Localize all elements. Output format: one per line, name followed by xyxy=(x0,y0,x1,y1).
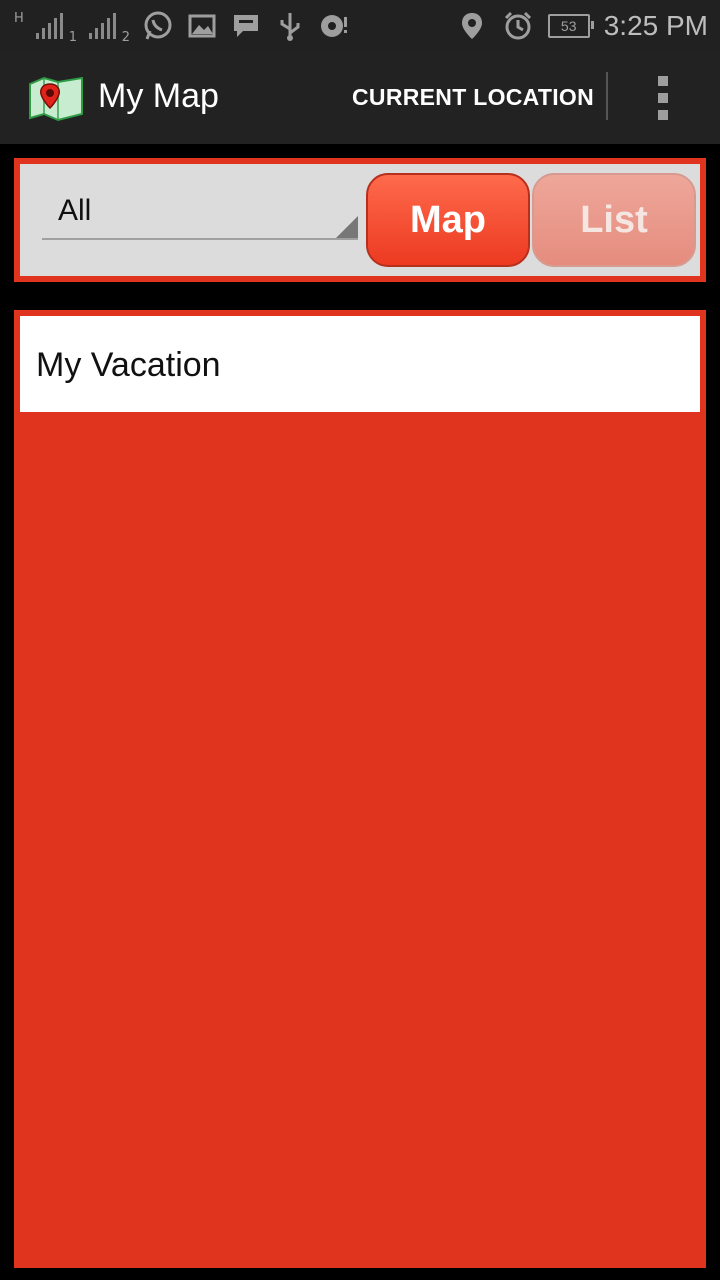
app-title: My Map xyxy=(98,77,219,115)
list-panel: My Vacation xyxy=(14,310,706,1268)
signal-sim2-icon: 2 xyxy=(89,13,130,45)
clock: 3:25 PM xyxy=(603,10,708,41)
category-spinner[interactable]: All xyxy=(42,186,358,240)
sim1-label: 1 xyxy=(68,30,77,45)
battery-level: 53 xyxy=(560,18,577,34)
location-icon xyxy=(456,10,488,42)
category-spinner-value: All xyxy=(58,194,92,227)
list-item[interactable]: My Vacation xyxy=(20,316,700,412)
battery-icon: 53 xyxy=(547,14,594,38)
alarm-icon xyxy=(502,10,534,42)
network-type-label: H xyxy=(14,11,24,26)
signal-sim1-icon: H 1 xyxy=(14,11,77,45)
current-location-button[interactable]: CURRENT LOCATION xyxy=(352,84,594,111)
map-button[interactable]: Map xyxy=(366,173,530,267)
list-button[interactable]: List xyxy=(532,173,696,267)
filter-bar: All Map List xyxy=(14,158,706,282)
sync-icon xyxy=(318,10,350,42)
list-item-label: My Vacation xyxy=(36,346,221,384)
overflow-menu-icon[interactable] xyxy=(656,76,670,120)
action-bar: My Map CURRENT LOCATION xyxy=(0,50,720,144)
spinner-arrow-icon xyxy=(336,216,358,238)
whatsapp-icon xyxy=(142,10,174,42)
usb-icon xyxy=(274,10,306,42)
status-bar: H 1 2 53 3:25 PM xyxy=(0,0,720,50)
filter-bar-inner: All Map List xyxy=(20,164,700,276)
image-icon xyxy=(186,10,218,42)
action-bar-divider xyxy=(606,72,608,120)
sim2-label: 2 xyxy=(121,30,130,45)
message-icon xyxy=(230,10,262,42)
app-map-icon[interactable] xyxy=(28,74,84,122)
